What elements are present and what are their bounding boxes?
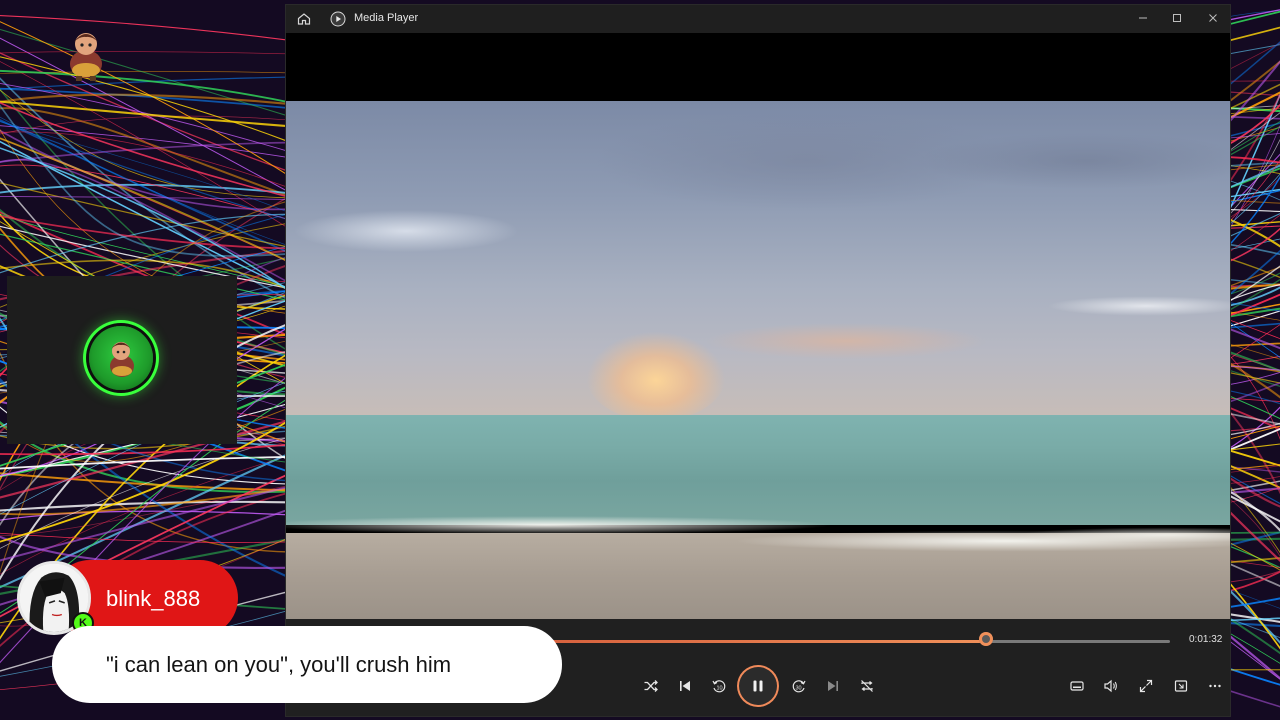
pause-button[interactable] — [739, 667, 777, 705]
video-sun-glow — [586, 331, 726, 421]
media-player-window: Media Player 0:01:32 10 30 — [285, 4, 1231, 717]
volume-icon — [1104, 679, 1117, 693]
mini-player-button[interactable] — [1169, 674, 1193, 698]
captions-icon — [1070, 681, 1084, 691]
shuffle-button[interactable] — [639, 674, 663, 698]
video-wave-foam — [286, 513, 1230, 559]
mini-player-icon — [1174, 680, 1188, 692]
chat-message-text: "i can lean on you", you'll crush him — [106, 651, 452, 677]
seek-thumb[interactable] — [979, 632, 994, 646]
home-icon[interactable] — [296, 11, 312, 27]
shuffle-icon — [644, 680, 658, 692]
title-bar: Media Player — [286, 5, 1230, 33]
media-player-app-icon — [330, 11, 346, 27]
captions-button[interactable] — [1065, 674, 1089, 698]
close-icon — [1209, 14, 1217, 22]
character-avatar-icon — [110, 342, 134, 377]
skip-previous-icon — [680, 681, 690, 691]
fullscreen-icon — [1139, 679, 1153, 693]
streamer-avatar — [89, 326, 153, 390]
forward-button[interactable]: 30 — [787, 674, 811, 698]
pause-icon — [753, 680, 763, 692]
video-clouds — [286, 101, 1230, 415]
maximize-button[interactable] — [1162, 9, 1192, 29]
previous-button[interactable] — [673, 674, 697, 698]
window-title: Media Player — [354, 12, 419, 24]
chat-message-bubble: "i can lean on you", you'll crush him — [52, 626, 562, 703]
forward-30-icon: 30 — [792, 680, 806, 693]
rewind-10-icon: 10 — [712, 680, 726, 693]
next-button[interactable] — [821, 674, 845, 698]
character-sticker-icon — [70, 33, 102, 81]
video-frame[interactable] — [286, 101, 1230, 619]
skip-next-icon — [828, 681, 838, 691]
elapsed-time: 0:01:32 — [1189, 634, 1223, 645]
repeat-off-icon — [861, 680, 873, 692]
minimize-button[interactable] — [1128, 9, 1158, 29]
close-button[interactable] — [1198, 9, 1228, 29]
fullscreen-button[interactable] — [1134, 674, 1158, 698]
maximize-icon — [1173, 14, 1181, 22]
more-icon — [1209, 684, 1221, 688]
video-sea — [286, 415, 1230, 525]
rewind-seconds-label: 10 — [716, 686, 722, 692]
chat-username: blink_888 — [106, 586, 201, 611]
webcam-panel — [7, 276, 237, 444]
repeat-button[interactable] — [855, 674, 879, 698]
more-options-button[interactable] — [1203, 674, 1227, 698]
minimize-icon — [1139, 17, 1147, 19]
volume-button[interactable] — [1099, 674, 1123, 698]
rewind-button[interactable]: 10 — [707, 674, 731, 698]
forward-seconds-label: 30 — [795, 686, 801, 692]
